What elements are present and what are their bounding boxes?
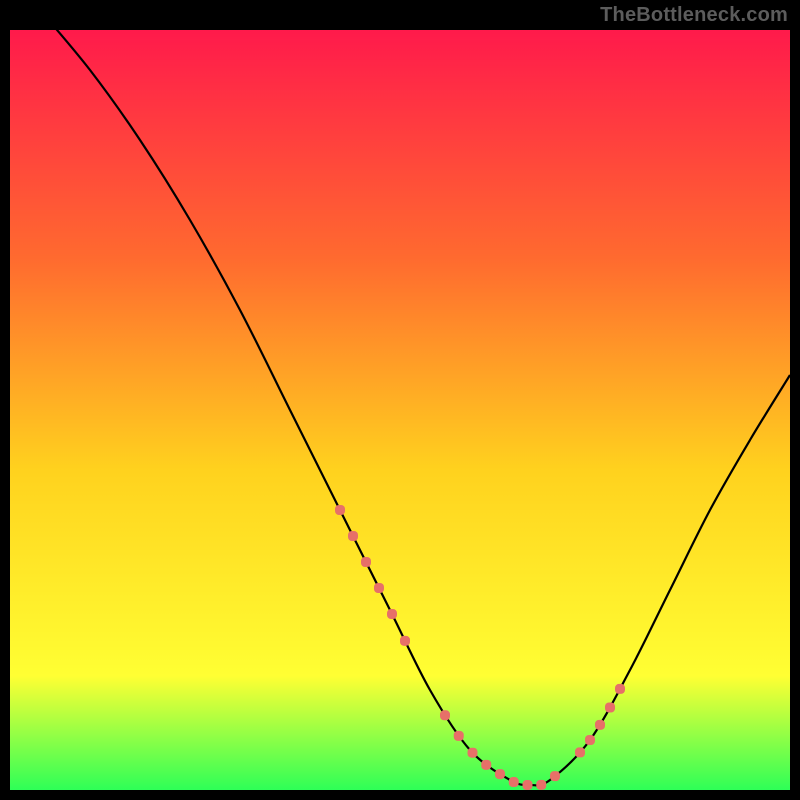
marker-dot	[454, 731, 464, 741]
marker-dot	[361, 557, 371, 567]
marker-dot	[481, 760, 491, 770]
marker-dot	[387, 609, 397, 619]
marker-dot	[575, 747, 585, 757]
chart-stage: TheBottleneck.com	[0, 0, 800, 800]
marker-dot	[509, 777, 519, 787]
marker-dot	[550, 771, 560, 781]
bottleneck-chart	[0, 0, 800, 800]
marker-dot	[440, 710, 450, 720]
marker-dot	[615, 684, 625, 694]
marker-dot	[468, 748, 478, 758]
plot-background	[10, 30, 790, 790]
watermark-text: TheBottleneck.com	[600, 4, 788, 27]
marker-dot	[400, 636, 410, 646]
marker-dot	[374, 583, 384, 593]
marker-dot	[495, 769, 505, 779]
marker-dot	[335, 505, 345, 515]
marker-dot	[595, 720, 605, 730]
marker-dot	[605, 703, 615, 713]
marker-dot	[348, 531, 358, 541]
marker-dot	[585, 735, 595, 745]
marker-dot	[522, 780, 532, 790]
marker-dot	[536, 780, 546, 790]
